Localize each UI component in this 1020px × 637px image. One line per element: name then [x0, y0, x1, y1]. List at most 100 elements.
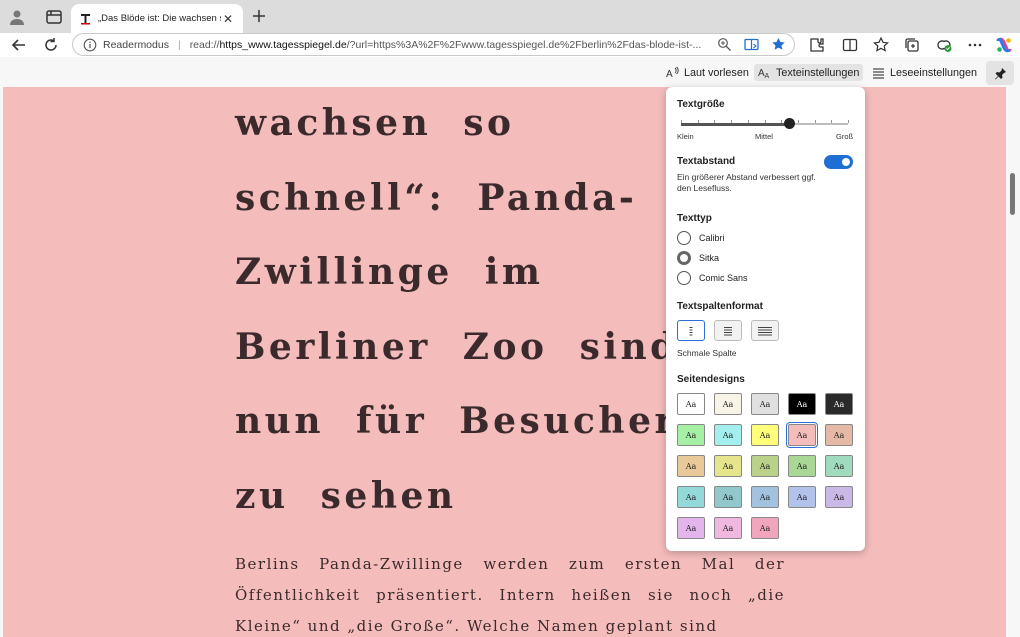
text-size-title: Textgröße [677, 99, 725, 110]
reading-settings-button[interactable]: Leseeinstellungen [868, 64, 981, 81]
reader-toolbar: A Laut vorlesen AA Texteinstellungen Les… [0, 57, 1020, 87]
theme-swatch[interactable]: Aa [751, 424, 779, 446]
text-size-icon: AA [758, 68, 770, 79]
theme-swatch[interactable]: Aa [825, 486, 853, 508]
address-bar[interactable]: Readermodus | read://https_www.tagesspie… [72, 33, 795, 56]
headline-line: Zwillinge im [235, 251, 544, 293]
theme-swatch[interactable]: Aa [751, 393, 779, 415]
radio-button[interactable] [677, 231, 691, 245]
wide-column-icon [758, 326, 772, 335]
browser-essentials-icon[interactable] [935, 36, 953, 54]
size-mid-label: Mittel [755, 132, 773, 141]
slider-tick [781, 120, 783, 123]
article-headline: wachsen so schnell“: Panda- Zwillinge im… [235, 87, 679, 549]
tab-close-icon[interactable]: ✕ [221, 12, 235, 26]
text-settings-button[interactable]: AA Texteinstellungen [754, 64, 864, 81]
pin-icon [994, 67, 1006, 79]
read-aloud-icon: A [666, 66, 679, 79]
headline-line: nun für Besucher [235, 400, 677, 442]
narrow-column-icon [689, 326, 693, 335]
theme-swatch[interactable]: Aa [714, 486, 742, 508]
more-options-icon[interactable] [966, 36, 984, 54]
tab-title: „Das Blöde ist: Die wachsen so schnell“ [98, 13, 221, 24]
font-option-comic-sans[interactable]: Comic Sans [677, 271, 748, 285]
theme-swatch[interactable]: Aa [825, 424, 853, 446]
copilot-icon[interactable] [995, 36, 1013, 54]
theme-swatch[interactable]: Aa [751, 486, 779, 508]
narrow-column-button[interactable] [677, 320, 705, 341]
immersive-reader-icon[interactable] [744, 37, 759, 52]
wide-column-button[interactable] [751, 320, 779, 341]
slider-tick [714, 120, 716, 123]
info-icon[interactable] [83, 38, 97, 52]
favorite-star-icon[interactable] [771, 37, 786, 52]
new-tab-icon[interactable] [251, 8, 267, 24]
font-option-calibri[interactable]: Calibri [677, 231, 725, 245]
headline-line: wachsen so [235, 102, 515, 144]
theme-swatch[interactable]: Aa [677, 517, 705, 539]
active-tab[interactable]: „Das Blöde ist: Die wachsen so schnell“ … [71, 4, 243, 33]
back-arrow-icon[interactable] [10, 36, 28, 54]
slider-tick [764, 120, 766, 123]
theme-swatch[interactable]: Aa [677, 393, 705, 415]
favorites-icon[interactable] [872, 36, 890, 54]
split-screen-icon[interactable] [841, 36, 859, 54]
theme-swatch[interactable]: Aa [788, 455, 816, 477]
theme-swatch[interactable]: Aa [677, 424, 705, 446]
url-text[interactable]: read://https_www.tagesspiegel.de/?url=ht… [190, 39, 710, 51]
font-type-title: Texttyp [677, 213, 712, 224]
spacing-toggle[interactable] [824, 155, 853, 169]
read-aloud-button[interactable]: A Laut vorlesen [662, 64, 753, 81]
slider-knob[interactable] [784, 118, 796, 129]
theme-swatch[interactable]: Aa [786, 422, 818, 448]
slider-tick [848, 120, 849, 123]
tab-strip: „Das Blöde ist: Die wachsen so schnell“ … [0, 0, 1020, 33]
size-max-label: Groß [836, 132, 854, 141]
headline-line: Berliner Zoo sind [235, 325, 679, 368]
medium-column-button[interactable] [714, 320, 742, 341]
theme-swatch[interactable]: Aa [788, 486, 816, 508]
slider-tick [731, 120, 733, 123]
tagesspiegel-favicon [79, 12, 92, 25]
slider-tick [831, 120, 833, 123]
theme-swatch[interactable]: Aa [677, 455, 705, 477]
reading-settings-icon [873, 68, 884, 79]
reading-settings-label: Leseeinstellungen [890, 66, 978, 79]
slider-tick [697, 120, 699, 123]
pin-toolbar-button[interactable] [986, 61, 1014, 85]
theme-swatch[interactable]: Aa [677, 486, 705, 508]
theme-swatch[interactable]: Aa [714, 424, 742, 446]
profile-icon[interactable] [8, 8, 26, 26]
spacing-title: Textabstand [677, 156, 736, 167]
headline-line: schnell“: Panda- [235, 176, 638, 219]
scrollbar[interactable] [1006, 87, 1020, 637]
scrollbar-thumb[interactable] [1010, 173, 1015, 215]
theme-swatch[interactable]: Aa [825, 455, 853, 477]
article-body: Berlins Panda-Zwillinge werden zum erste… [235, 555, 785, 635]
headline-line: zu sehen [235, 474, 457, 517]
text-settings-label: Texteinstellungen [776, 66, 860, 79]
zoom-icon[interactable] [717, 37, 732, 52]
tab-actions-icon[interactable] [45, 8, 63, 26]
slider-tick [797, 120, 799, 123]
reader-mode-label: Readermodus [103, 38, 169, 51]
theme-swatch[interactable]: Aa [751, 455, 779, 477]
size-min-label: Klein [677, 132, 694, 141]
address-separator: | [177, 38, 181, 51]
theme-swatch[interactable]: Aa [714, 517, 742, 539]
radio-button[interactable] [677, 271, 691, 285]
svg-text:A: A [666, 69, 673, 79]
navigation-bar: Readermodus | read://https_www.tagesspie… [0, 33, 1020, 57]
theme-swatch[interactable]: Aa [751, 517, 779, 539]
collections-icon[interactable] [903, 36, 921, 54]
font-option-sitka[interactable]: Sitka [677, 251, 719, 265]
theme-swatch[interactable]: Aa [714, 393, 742, 415]
theme-swatch[interactable]: Aa [714, 455, 742, 477]
text-size-slider[interactable] [681, 118, 849, 129]
theme-swatch[interactable]: Aa [788, 393, 816, 415]
theme-swatch[interactable]: Aa [825, 393, 853, 415]
extensions-icon[interactable] [808, 36, 826, 54]
read-aloud-label: Laut vorlesen [684, 66, 749, 79]
radio-button-selected[interactable] [677, 251, 691, 265]
reload-icon[interactable] [42, 36, 60, 54]
